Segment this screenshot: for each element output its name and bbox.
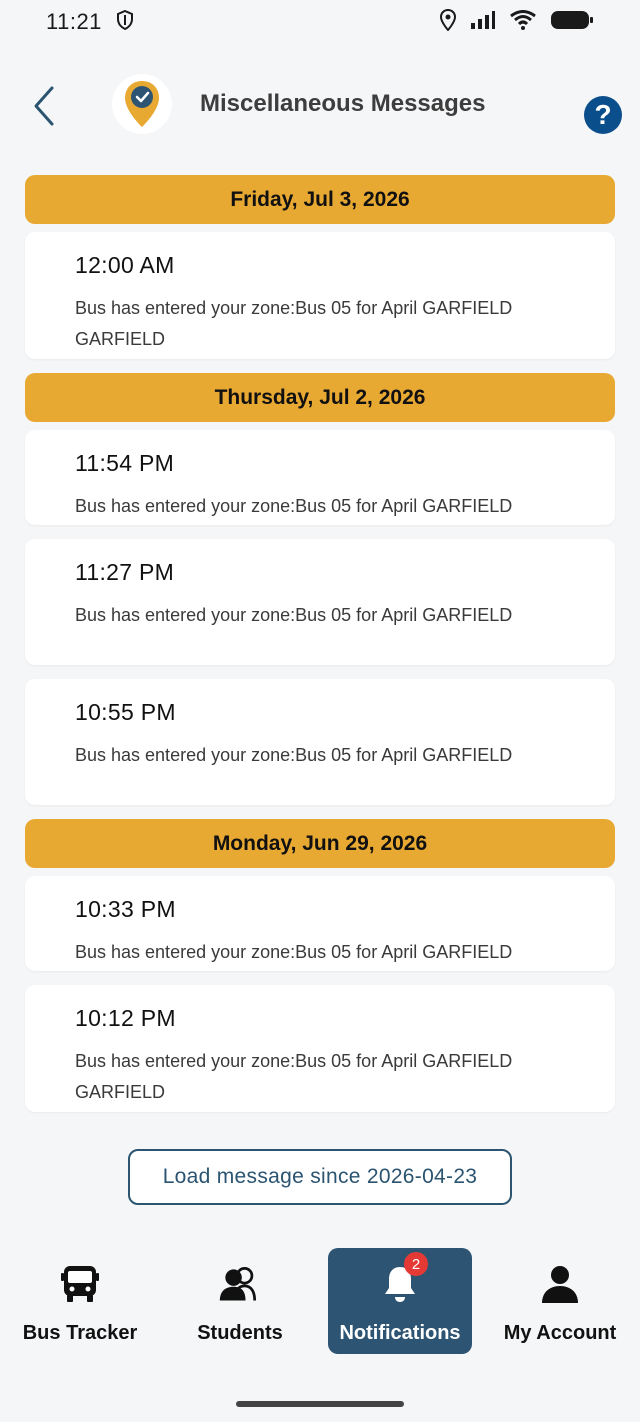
message-text: Bus has entered your zone:Bus 05 for Apr… [75,1051,513,1102]
status-time: 11:21 [46,9,102,34]
date-header: Friday, Jul 3, 2026 [25,175,615,224]
bottom-nav: Bus Tracker Students 2 Notifications My … [0,1240,640,1422]
help-icon: ? [594,99,612,130]
nav-notifications[interactable]: 2 Notifications [328,1248,472,1354]
page-title: Miscellaneous Messages [200,90,486,117]
back-button[interactable] [28,84,58,128]
battery-icon [550,9,594,36]
message-card[interactable]: 12:00 AM Bus has entered your zone:Bus 0… [25,232,615,359]
users-icon [218,1262,262,1306]
message-time: 11:27 PM [75,559,175,585]
nav-label: Notifications [339,1322,461,1344]
notification-badge: 2 [404,1252,428,1276]
message-card[interactable]: 11:27 PM Bus has entered your zone:Bus 0… [25,539,615,665]
nav-students[interactable]: Students [168,1248,312,1354]
message-time: 10:12 PM [75,1005,176,1031]
nav-label: My Account [503,1322,617,1344]
message-text: Bus has entered your zone:Bus 05 for Apr… [75,496,513,516]
message-text: Bus has entered your zone:Bus 05 for Apr… [75,605,513,625]
status-bar: 11:21 [0,0,640,44]
message-text: Bus has entered your zone:Bus 05 for Apr… [75,745,513,765]
message-time: 11:54 PM [75,450,175,476]
home-indicator[interactable] [236,1401,404,1407]
signal-icon [470,10,496,35]
message-text: Bus has entered your zone:Bus 05 for Apr… [75,942,513,962]
message-card[interactable]: 10:12 PM Bus has entered your zone:Bus 0… [25,985,615,1112]
shield-icon [116,9,134,35]
message-time: 10:33 PM [75,896,176,922]
message-text: Bus has entered your zone:Bus 05 for Apr… [75,298,513,349]
message-card[interactable]: 10:33 PM Bus has entered your zone:Bus 0… [25,876,615,971]
message-list: Friday, Jul 3, 2026 12:00 AM Bus has ent… [25,175,615,1126]
location-check-icon [125,81,159,127]
bus-icon [58,1262,102,1306]
message-time: 10:55 PM [75,699,176,725]
app-logo [112,74,172,134]
date-header: Thursday, Jul 2, 2026 [25,373,615,422]
date-header: Monday, Jun 29, 2026 [25,819,615,868]
nav-my-account[interactable]: My Account [488,1248,632,1354]
chevron-left-icon [34,86,54,126]
header: Miscellaneous Messages ? [0,70,640,142]
wifi-icon [510,9,536,35]
help-button[interactable]: ? [584,96,622,134]
nav-label: Bus Tracker [22,1322,138,1344]
load-more-button[interactable]: Load message since 2026-04-23 [128,1149,512,1205]
bell-icon: 2 [378,1252,428,1306]
nav-label: Students [197,1322,283,1344]
person-icon [538,1262,582,1306]
message-time: 12:00 AM [75,252,175,278]
message-card[interactable]: 11:54 PM Bus has entered your zone:Bus 0… [25,430,615,525]
message-card[interactable]: 10:55 PM Bus has entered your zone:Bus 0… [25,679,615,805]
nav-bus-tracker[interactable]: Bus Tracker [8,1248,152,1354]
location-icon [439,8,457,36]
